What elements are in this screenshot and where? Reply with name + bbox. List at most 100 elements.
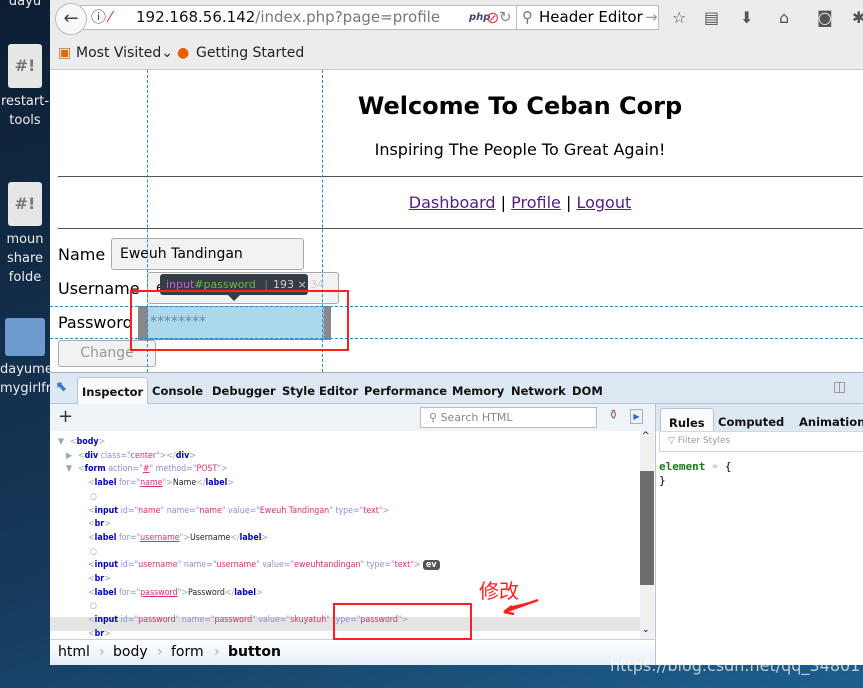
chevron-down-icon: ⌄	[161, 45, 173, 61]
search-icon: ⚲	[522, 8, 533, 26]
dom-node[interactable]: <input id="name" name="name" value="Eweu…	[88, 504, 389, 518]
insecure-lock-icon: ⁄	[109, 8, 112, 26]
nav-dashboard-link[interactable]: Dashboard	[409, 193, 496, 212]
back-button[interactable]: ←	[55, 3, 87, 35]
scrollbar-thumb[interactable]	[640, 471, 654, 585]
desktop-item-label: mygirlfri	[0, 381, 50, 396]
reading-list-icon[interactable]: ▤	[704, 8, 719, 27]
filter-styles-input[interactable]: ▽ Filter Styles	[659, 431, 863, 452]
eyedropper-icon[interactable]: ⚱	[608, 408, 619, 423]
pocket-icon[interactable]: ◙	[817, 8, 833, 27]
chevron-right-icon: ›	[157, 644, 163, 660]
rule-close-brace: }	[659, 474, 666, 487]
script-icon: #!	[8, 182, 42, 226]
go-arrow-icon[interactable]: →	[645, 6, 658, 29]
download-icon[interactable]: ⬇	[740, 8, 753, 27]
scroll-down-icon[interactable]: ⌄	[642, 625, 650, 635]
dom-node[interactable]: ▼ <form action="#" method="POST">	[66, 462, 228, 476]
nav-logout-link[interactable]: Logout	[576, 193, 631, 212]
url-path: /index.php?page=profile	[255, 8, 441, 26]
firefox-icon: ●	[177, 45, 190, 61]
dom-node[interactable]: <br>	[88, 517, 111, 531]
layout-toggle-icon[interactable]: ◫	[833, 379, 846, 395]
tab-computed[interactable]: Computed	[718, 415, 784, 429]
search-html-input[interactable]: ⚲ Search HTML	[420, 407, 597, 428]
breadcrumb-button[interactable]: button	[228, 644, 281, 660]
nav-links: Dashboard | Profile | Logout	[50, 193, 863, 212]
tab-memory[interactable]: Memory	[452, 384, 504, 398]
tab-performance[interactable]: Performance	[364, 384, 447, 398]
sidebar-tabs: Rules Computed Animation	[656, 404, 863, 436]
desktop-item-restart-tools[interactable]: #! restart- tools	[0, 44, 50, 130]
browser-window: ⓘ ⁄ 192.168.56.142/index.php?page=profil…	[50, 0, 863, 665]
collapse-icon[interactable]: ▼	[58, 435, 64, 449]
tab-animation[interactable]: Animation	[799, 415, 863, 429]
dom-node[interactable]: ○	[90, 490, 97, 504]
markup-scrollbar[interactable]: ^ ⌄	[640, 431, 654, 639]
nav-separator: |	[500, 193, 507, 212]
page-content: Welcome To Ceban Corp Inspiring The Peop…	[50, 70, 863, 372]
dom-node[interactable]: <input id="username" name="username" val…	[88, 558, 440, 572]
dom-node[interactable]: <label for="username">Username</label>	[88, 531, 268, 545]
desktop-item[interactable]: dayu	[0, 0, 50, 11]
extension-icon[interactable]: ✱	[852, 8, 863, 27]
tab-inspector[interactable]: Inspector	[77, 377, 149, 405]
dom-node[interactable]: <label for="name">Name</label>	[88, 476, 234, 490]
nav-profile-link[interactable]: Profile	[511, 193, 561, 212]
tab-console[interactable]: Console	[152, 384, 203, 398]
search-box[interactable]: ⚲ Header Editor →	[516, 5, 659, 30]
search-html-placeholder: Search HTML	[440, 411, 513, 424]
dom-node[interactable]: <br>	[88, 572, 111, 586]
nav-toolbar: ⓘ ⁄ 192.168.56.142/index.php?page=profil…	[50, 0, 863, 40]
breadcrumb-form[interactable]: form	[171, 644, 204, 660]
collapse-icon[interactable]: ▼	[66, 462, 72, 476]
scroll-up-icon[interactable]: ^	[642, 431, 650, 441]
divider	[58, 228, 863, 229]
dom-node[interactable]: ▶ <div class="center"></div>	[66, 449, 196, 463]
rule-element: element ⌖ { }	[659, 460, 731, 487]
watermark: https://blog.csdn.net/qq_34801745	[610, 656, 863, 675]
username-label: Username	[58, 279, 140, 298]
chevron-right-icon: ›	[214, 644, 220, 660]
url-bar[interactable]: ⓘ ⁄ 192.168.56.142/index.php?page=profil…	[80, 5, 525, 30]
annotation-arrow-icon	[503, 598, 539, 616]
name-input[interactable]: Eweuh Tandingan	[111, 238, 304, 270]
rules-sidebar: Rules Computed Animation ▽ Filter Styles…	[655, 404, 863, 665]
nav-separator: |	[565, 193, 572, 212]
page-subtitle: Inspiring The People To Great Again!	[374, 140, 666, 159]
tab-debugger[interactable]: Debugger	[212, 384, 276, 398]
reload-icon[interactable]: ↻	[499, 6, 512, 29]
annotation-box	[130, 290, 349, 351]
dom-node[interactable]: ▼ <body>	[58, 435, 105, 449]
desktop-item-label: folde	[8, 270, 42, 285]
bookmark-getting-started[interactable]: Getting Started	[196, 45, 304, 61]
chevron-right-icon: ›	[99, 644, 105, 660]
bookmark-most-visited[interactable]: Most Visited⌄	[76, 45, 173, 61]
tab-style-editor[interactable]: Style Editor	[282, 384, 358, 398]
add-node-icon[interactable]: +	[58, 406, 73, 427]
event-badge[interactable]: ev	[423, 560, 440, 571]
desktop-item-label: dayu	[8, 0, 42, 9]
expand-sidebar-icon[interactable]: ▶	[630, 409, 643, 424]
desktop-item-folder[interactable]: dayume mygirlfri	[0, 318, 50, 398]
element-picker-icon[interactable]: ⬉	[56, 379, 68, 395]
desktop-item-mount-shared-folders[interactable]: #! moun share folde	[0, 182, 50, 287]
folder-icon: ▣	[58, 45, 72, 61]
breadcrumb-html[interactable]: html	[58, 644, 90, 660]
tab-network[interactable]: Network	[511, 384, 566, 398]
blocked-addon-icon[interactable]: ⊘	[486, 8, 499, 27]
expand-icon[interactable]: ▶	[66, 449, 72, 463]
breadcrumb-body[interactable]: body	[113, 644, 148, 660]
desktop-item-label: tools	[9, 113, 41, 128]
info-icon[interactable]: ⓘ	[91, 6, 106, 29]
dom-node[interactable]: ○	[90, 545, 97, 559]
dom-node[interactable]: ○	[90, 599, 97, 613]
rule-open-brace: {	[724, 460, 732, 473]
home-icon[interactable]: ⌂	[779, 8, 789, 27]
markup-toolbar: + ⚲ Search HTML ⚱ ▶	[50, 404, 655, 431]
desktop-item-label: share	[6, 251, 44, 266]
dom-node[interactable]: <label for="password">Password</label>	[88, 586, 263, 600]
script-icon: #!	[8, 44, 42, 88]
tab-dom[interactable]: DOM	[572, 384, 603, 398]
bookmark-star-icon[interactable]: ☆	[672, 8, 686, 27]
